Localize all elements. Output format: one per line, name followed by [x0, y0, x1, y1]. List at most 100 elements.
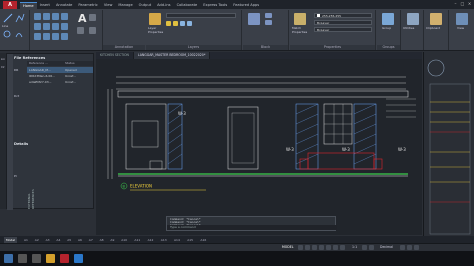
file-explorer-icon[interactable]	[46, 254, 55, 263]
measure-icon[interactable]	[407, 13, 419, 25]
ribbon-tab-collaborate[interactable]: Collaborate	[174, 2, 201, 9]
annotation-monitor-icon[interactable]	[369, 245, 374, 250]
ribbon-tab-view[interactable]: View	[101, 2, 116, 9]
ribbon-tab-featured-apps[interactable]: Featured Apps	[230, 2, 262, 9]
layer-properties-icon[interactable]	[149, 13, 161, 25]
hatch-strip-3	[353, 103, 377, 170]
hatch-lines-2	[295, 103, 319, 165]
line-tool-icon[interactable]	[3, 13, 13, 23]
linetype-dropdown[interactable]: ByLayer	[314, 20, 372, 25]
text-icon[interactable]: A	[77, 12, 89, 24]
maximize-icon[interactable]: □	[459, 1, 466, 7]
layer-on-icon[interactable]	[166, 21, 171, 26]
search-icon[interactable]	[18, 254, 27, 263]
right-annotations	[386, 98, 416, 118]
stretch-icon[interactable]	[34, 33, 41, 40]
fullscreen-icon[interactable]	[407, 245, 412, 250]
create-block-icon[interactable]	[265, 13, 272, 18]
lineweight-icon[interactable]	[340, 245, 345, 250]
polar-icon[interactable]	[319, 245, 324, 250]
osnap-icon[interactable]	[326, 245, 331, 250]
copy-icon[interactable]	[34, 23, 41, 30]
units-indicator[interactable]: Decimal	[380, 245, 393, 249]
close-icon[interactable]: ×	[466, 1, 473, 7]
elevation-marker-letter: B	[123, 185, 126, 189]
insert-block-icon[interactable]	[248, 13, 260, 25]
ribbon-tab-express-tools[interactable]: Express Tools	[200, 2, 230, 9]
ribbon-tab-add-ins[interactable]: Add-ins	[154, 2, 173, 9]
edit-block-icon[interactable]	[265, 20, 272, 25]
group-icon[interactable]	[382, 13, 394, 25]
layer-lock-icon[interactable]	[180, 21, 185, 26]
workspace-icon[interactable]	[362, 245, 367, 250]
viewcube-icon[interactable]	[427, 59, 445, 77]
start-icon[interactable]	[4, 254, 13, 263]
properties-panel-label: Properties	[290, 45, 375, 50]
move-icon[interactable]	[34, 13, 41, 20]
doc-tab-kitchen-section[interactable]: KITCHEN SECTION	[96, 52, 134, 59]
color-value: 255,255,255	[322, 14, 342, 18]
leader-icon[interactable]	[77, 27, 84, 34]
ribbon-tab-insert[interactable]: Insert	[37, 2, 53, 9]
offset-icon[interactable]	[61, 33, 68, 40]
layer-freeze-icon[interactable]	[173, 21, 178, 26]
doc-tab-master-bedroom[interactable]: LANGGAR_MASTER BEDROOM_10022020*	[133, 52, 211, 59]
explode-icon[interactable]	[61, 23, 68, 30]
line-tool-label: Line	[2, 24, 9, 28]
match-properties-label: Match Properties	[292, 26, 308, 34]
layer-dropdown[interactable]	[166, 13, 236, 18]
mirror-icon[interactable]	[43, 23, 50, 30]
column-status[interactable]: Status	[63, 61, 77, 66]
layer-iso-icon[interactable]	[187, 21, 192, 26]
ribbon-tab-output[interactable]: Output	[136, 2, 154, 9]
arc-icon[interactable]	[15, 30, 23, 38]
fillet-icon[interactable]	[52, 23, 59, 30]
customize-icon[interactable]	[414, 245, 419, 250]
color-dropdown[interactable]: 255,255,255	[314, 13, 372, 18]
headboard-grid	[324, 104, 352, 144]
paste-icon[interactable]	[430, 13, 442, 25]
side-label-pr: Pr	[14, 174, 17, 178]
ribbon-tab-annotate[interactable]: Annotate	[53, 2, 75, 9]
dimension-icon[interactable]	[89, 14, 96, 21]
details-section-title[interactable]: Details	[14, 142, 28, 146]
drawing-canvas[interactable]: W-3 W-3 W-3 W-3 B ELEVATION	[96, 59, 422, 235]
wall-tag: W-3	[342, 147, 350, 152]
view-icon[interactable]	[456, 13, 468, 25]
ribbon-tab-home[interactable]: Home	[20, 2, 37, 9]
side-label-dct: Dct	[14, 94, 20, 98]
match-properties-icon[interactable]	[294, 13, 306, 25]
table-icon[interactable]	[89, 27, 96, 34]
table-row[interactable]: adleEM27-03... Unref...	[27, 79, 93, 85]
isolate-icon[interactable]	[400, 245, 405, 250]
reference-name: adleEM27-03...	[29, 80, 52, 84]
scale-icon[interactable]	[43, 33, 50, 40]
snap-icon[interactable]	[305, 245, 310, 250]
palette-strip[interactable]	[7, 54, 13, 210]
trim-icon[interactable]	[52, 13, 59, 20]
autocad-window: A Home Insert Annotate Parametric View Manage…	[0, 0, 474, 266]
task-view-icon[interactable]	[32, 254, 41, 263]
autocad-taskbar-icon[interactable]	[60, 254, 69, 263]
elevation-drawing: W-3 W-3 W-3 W-3 B ELEVATION	[107, 76, 416, 191]
lineweight-dropdown[interactable]: ByLayer	[314, 27, 372, 32]
column-reference[interactable]: Reference ...	[27, 61, 63, 66]
grid-icon[interactable]	[298, 245, 303, 250]
model-space-toggle[interactable]: MODEL	[282, 245, 294, 249]
array-icon[interactable]	[52, 33, 59, 40]
otrack-icon[interactable]	[333, 245, 338, 250]
command-input[interactable]: Type a command	[167, 225, 337, 230]
clipboard-panel: Clipboard	[425, 10, 449, 50]
browser-icon[interactable]	[74, 254, 83, 263]
minimize-icon[interactable]: –	[452, 1, 459, 7]
command-line-window[interactable]: Command: *Cancel* Command: *Cancel* Comm…	[166, 216, 337, 231]
rotate-icon[interactable]	[43, 13, 50, 20]
erase-icon[interactable]	[61, 13, 68, 20]
application-menu-button[interactable]: A	[3, 1, 17, 9]
ribbon-tab-manage[interactable]: Manage	[115, 2, 135, 9]
ortho-icon[interactable]	[312, 245, 317, 250]
polyline-icon[interactable]	[15, 13, 25, 23]
ribbon-tab-parametric[interactable]: Parametric	[75, 2, 100, 9]
circle-icon[interactable]	[3, 30, 11, 38]
annotation-scale[interactable]: 1:1	[352, 245, 357, 249]
